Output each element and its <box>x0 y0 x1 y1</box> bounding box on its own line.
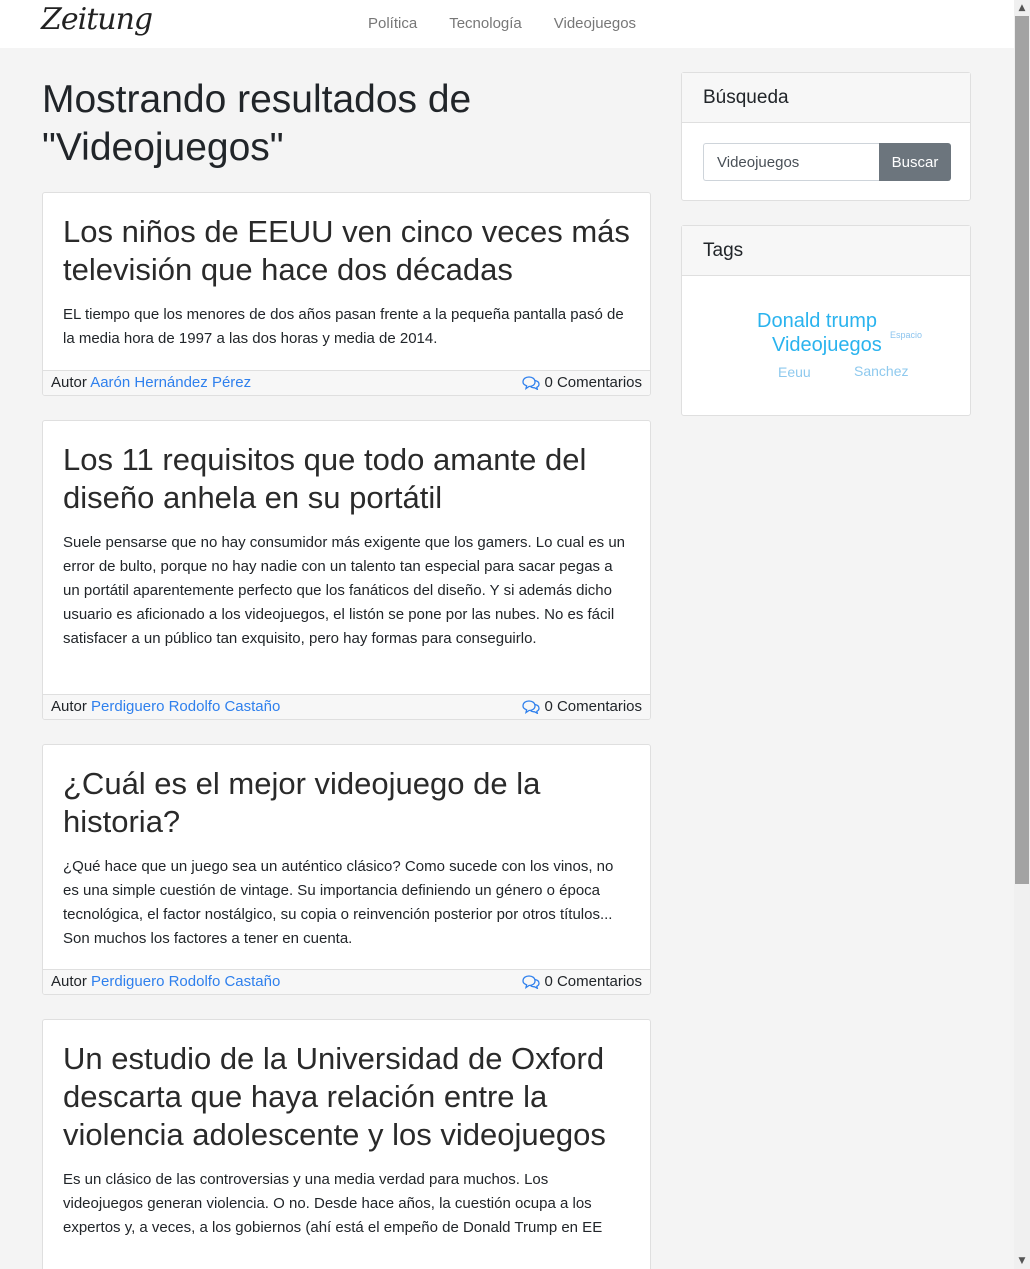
author-link[interactable]: Aarón Hernández Pérez <box>90 374 251 391</box>
scroll-up-arrow-icon[interactable]: ▲ <box>1014 0 1030 16</box>
tag-donald-trump[interactable]: Donald trump <box>757 310 877 333</box>
post-card: Un estudio de la Universidad de Oxford d… <box>42 1019 651 1269</box>
post-excerpt: ¿Qué hace que un juego sea un auténtico … <box>63 858 614 947</box>
author-prefix: Autor <box>51 374 87 391</box>
post-footer: Autor Perdiguero Rodolfo Castaño 0 Comen… <box>43 969 650 994</box>
tags-card: Tags Donald trump Espacio Videojuegos Ee… <box>681 225 971 416</box>
nav-link-videojuegos[interactable]: Videojuegos <box>554 15 636 32</box>
brand-logo[interactable]: Zeitung <box>41 2 153 37</box>
nav-link-politica[interactable]: Política <box>368 15 417 32</box>
comments-icon <box>522 700 541 714</box>
post-card: Los 11 requisitos que todo amante del di… <box>42 420 651 720</box>
tag-espacio[interactable]: Espacio <box>890 330 922 340</box>
post-card: Los niños de EEUU ven cinco veces más te… <box>42 192 651 396</box>
post-excerpt: EL tiempo que los menores de dos años pa… <box>63 306 624 347</box>
scrollbar-thumb[interactable] <box>1015 16 1029 884</box>
author-prefix: Autor <box>51 973 87 990</box>
search-card-title: Búsqueda <box>682 73 970 123</box>
author-link[interactable]: Perdiguero Rodolfo Castaño <box>91 698 280 715</box>
author-prefix: Autor <box>51 698 87 715</box>
comments-link[interactable]: 0 Comentarios <box>522 371 642 395</box>
comments-count: 0 Comentarios <box>544 698 642 715</box>
scrollbar[interactable]: ▲ ▼ <box>1014 0 1030 1269</box>
tag-sanchez[interactable]: Sanchez <box>854 363 908 379</box>
search-button[interactable]: Buscar <box>879 143 951 181</box>
tag-videojuegos[interactable]: Videojuegos <box>772 334 882 357</box>
post-title[interactable]: ¿Cuál es el mejor videojuego de la histo… <box>63 765 630 841</box>
page-title: Mostrando resultados de "Videojuegos" <box>42 78 472 169</box>
comments-count: 0 Comentarios <box>544 973 642 990</box>
tags-card-title: Tags <box>682 226 970 276</box>
post-title[interactable]: Los niños de EEUU ven cinco veces más te… <box>63 213 630 289</box>
navbar: Zeitung Política Tecnología Videojuegos <box>0 0 1014 48</box>
post-footer: Autor Aarón Hernández Pérez 0 Comentario… <box>43 370 650 395</box>
search-card: Búsqueda Buscar <box>681 72 971 201</box>
comments-link[interactable]: 0 Comentarios <box>522 970 642 994</box>
author-link[interactable]: Perdiguero Rodolfo Castaño <box>91 973 280 990</box>
search-input[interactable] <box>703 143 880 181</box>
post-excerpt: Suele pensarse que no hay consumidor más… <box>63 534 626 647</box>
post-title[interactable]: Un estudio de la Universidad de Oxford d… <box>63 1040 630 1154</box>
nav-links: Política Tecnología Videojuegos <box>368 15 668 32</box>
comments-link[interactable]: 0 Comentarios <box>522 695 642 719</box>
tag-eeuu[interactable]: Eeuu <box>778 364 811 380</box>
nav-link-tecnologia[interactable]: Tecnología <box>449 15 522 32</box>
comments-icon <box>522 975 541 989</box>
post-excerpt: Es un clásico de las controversias y una… <box>63 1171 603 1236</box>
comments-icon <box>522 376 541 390</box>
comments-count: 0 Comentarios <box>544 374 642 391</box>
post-card: ¿Cuál es el mejor videojuego de la histo… <box>42 744 651 995</box>
post-footer: Autor Perdiguero Rodolfo Castaño 0 Comen… <box>43 694 650 719</box>
scroll-down-arrow-icon[interactable]: ▼ <box>1014 1253 1030 1269</box>
post-title[interactable]: Los 11 requisitos que todo amante del di… <box>63 441 630 517</box>
